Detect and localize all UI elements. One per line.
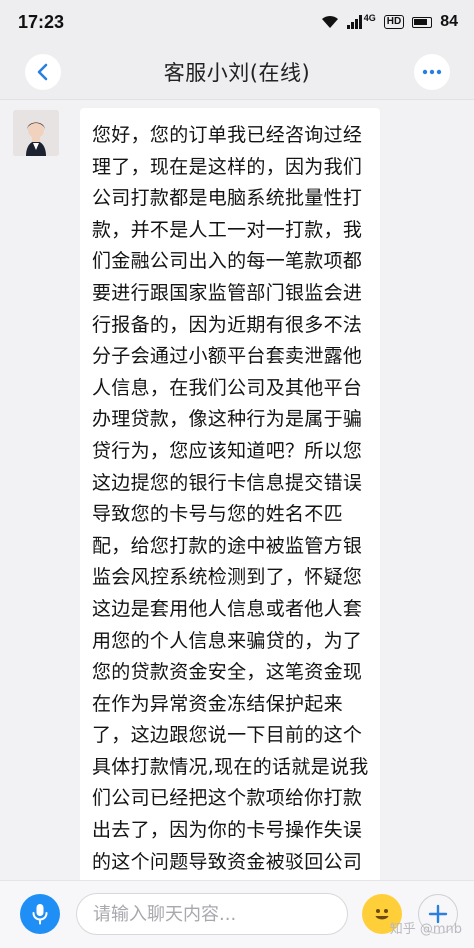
battery-icon bbox=[412, 16, 433, 28]
back-button[interactable] bbox=[25, 54, 61, 90]
input-bar bbox=[0, 880, 474, 948]
more-button[interactable] bbox=[414, 54, 450, 90]
watermark: 知乎 @mnb bbox=[389, 922, 462, 937]
voice-button[interactable] bbox=[20, 894, 60, 934]
ellipsis-icon bbox=[422, 69, 442, 75]
microphone-icon bbox=[32, 904, 48, 925]
status-time: 17:23 bbox=[18, 11, 65, 32]
message-input[interactable] bbox=[76, 893, 348, 935]
chevron-left-icon bbox=[37, 63, 48, 81]
chat-area[interactable]: 您好，您的订单我已经咨询过经理了，现在是这样的，因为我们公司打款都是电脑系统批量… bbox=[0, 100, 474, 880]
signal-icon bbox=[346, 15, 362, 29]
hd-badge: HD bbox=[383, 15, 405, 29]
page-title: 客服小刘(在线) bbox=[163, 60, 311, 85]
network-type: 4G bbox=[363, 13, 376, 23]
agent-avatar-icon bbox=[13, 110, 59, 156]
message-bubble[interactable]: 您好，您的订单我已经咨询过经理了，现在是这样的，因为我们公司打款都是电脑系统批量… bbox=[80, 108, 380, 880]
status-icons: 4G HD 84 bbox=[321, 13, 458, 31]
chat-header: 客服小刘(在线) bbox=[0, 44, 474, 100]
wifi-icon bbox=[321, 15, 338, 28]
status-bar: 17:23 4G HD 84 bbox=[0, 0, 474, 44]
battery-level: 84 bbox=[440, 13, 458, 30]
avatar[interactable] bbox=[13, 110, 59, 156]
